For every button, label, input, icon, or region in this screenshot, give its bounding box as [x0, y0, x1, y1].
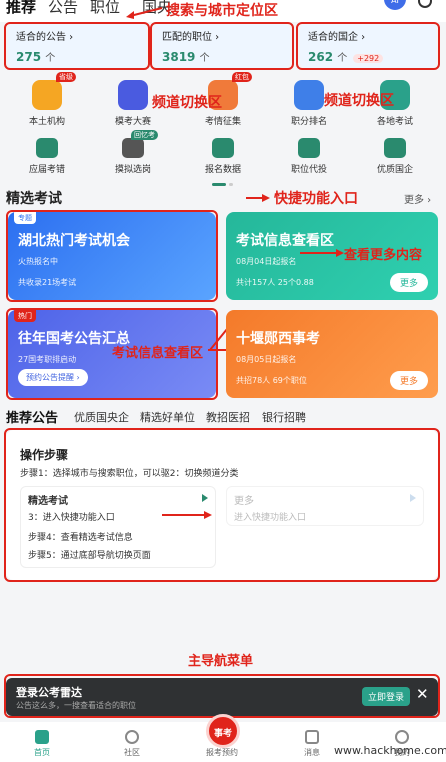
- featured-card-shiyan[interactable]: 十堰郧西事考 08月05日起报名 共招78人 69个职位 更多: [226, 310, 438, 398]
- nav-label: 消息: [304, 748, 320, 757]
- enterprise-icon: [384, 138, 406, 158]
- delegate-icon: [298, 138, 320, 158]
- annot-arrow-icon: [126, 7, 163, 19]
- channel-tag: 回忆考: [131, 130, 158, 140]
- exam-fab-button[interactable]: 事考: [206, 714, 240, 748]
- channel-label: 优质国企: [376, 165, 413, 175]
- channel-tag: 省级: [56, 72, 76, 82]
- channel-label: 职分排名: [290, 117, 327, 127]
- nav-messages[interactable]: 消息: [282, 730, 342, 758]
- tab-bank-jobs[interactable]: 银行招聘: [262, 409, 306, 425]
- tab-recommend[interactable]: 推荐: [6, 0, 36, 17]
- tab-position[interactable]: 职位: [90, 0, 120, 17]
- card-subtitle: 08月05日起报名: [236, 355, 297, 364]
- nav-home[interactable]: 首页: [12, 730, 72, 758]
- page-indicator: [229, 183, 233, 186]
- compass-icon: [125, 730, 139, 744]
- card-footer: 共招78人 69个职位: [236, 376, 307, 385]
- card-footer: 共计157人 25个0.88: [236, 278, 314, 287]
- nav-label: 社区: [124, 748, 140, 757]
- channel-label: 本土机构: [28, 117, 65, 127]
- annot-box-login: [4, 674, 440, 718]
- channel-graduate-exam[interactable]: 应届考错: [12, 138, 82, 175]
- card-title: 十堰郧西事考: [236, 331, 320, 347]
- channel-label: 模考大赛: [114, 117, 151, 127]
- nav-community[interactable]: 社区: [102, 730, 162, 758]
- section-title-featured: 精选考试: [6, 191, 62, 207]
- tab-quality-soe[interactable]: 优质国央企: [74, 409, 129, 425]
- home-icon: [35, 730, 49, 744]
- tab-good-units[interactable]: 精选好单位: [140, 409, 195, 425]
- ranking-icon: [294, 80, 324, 110]
- card-more-button[interactable]: 更多: [389, 371, 428, 390]
- annot-quick-entry: 快捷功能入口: [274, 191, 358, 207]
- annot-view-more: 查看更多内容: [344, 248, 423, 263]
- annot-exam-info: 考试信息查看区: [112, 346, 204, 361]
- channel-delegate[interactable]: 职位代投: [274, 138, 344, 175]
- annot-box-card1: [6, 210, 218, 302]
- channel-signup-data[interactable]: 报名数据: [188, 138, 258, 175]
- tab-teacher-medical[interactable]: 教招医招: [206, 409, 250, 425]
- annot-search-city: 搜索与城市定位区: [166, 3, 278, 19]
- annot-main-nav: 主导航菜单: [188, 654, 254, 669]
- annot-box-stat3: [296, 22, 440, 70]
- featured-more-link[interactable]: 更多 ›: [404, 191, 431, 206]
- channel-local-institution[interactable]: 省级 本土机构: [12, 72, 82, 127]
- channel-label: 职位代投: [290, 165, 327, 175]
- page-indicator-active: [212, 183, 226, 186]
- search-icon[interactable]: [418, 0, 432, 8]
- select-icon: 回忆考: [122, 130, 158, 158]
- message-icon: [305, 730, 319, 744]
- card-more-button[interactable]: 更多: [389, 273, 428, 292]
- channel-mock-select[interactable]: 回忆考 摸拟选岗: [98, 130, 168, 175]
- graduate-icon: [36, 138, 58, 158]
- annot-box-stat1: [4, 22, 150, 70]
- channel-label: 考情征集: [204, 117, 241, 127]
- trophy-icon: [118, 80, 148, 110]
- tab-recommend-notices[interactable]: 推荐公告: [6, 407, 58, 426]
- annot-box-stat2: [150, 22, 294, 70]
- channel-label: 摸拟选岗: [114, 165, 151, 175]
- tab-notice[interactable]: 公告: [48, 0, 78, 17]
- annot-box-steps: [4, 428, 440, 582]
- annot-channel-switch-1: 频道切换区: [152, 95, 222, 111]
- ai-avatar-icon[interactable]: AI: [384, 0, 406, 10]
- channel-quality-soe[interactable]: 优质国企: [360, 138, 430, 175]
- annot-arrow-icon: [246, 194, 270, 202]
- annot-arrow-icon: [300, 249, 344, 257]
- channel-label: 应届考错: [28, 165, 65, 175]
- nav-label: 首页: [34, 748, 50, 757]
- channel-label: 各地考试: [376, 117, 413, 127]
- annot-channel-switch-2: 频道切换区: [324, 93, 394, 109]
- channel-tag: 红包: [232, 72, 252, 82]
- institution-icon: 省级: [32, 72, 76, 110]
- data-icon: [212, 138, 234, 158]
- watermark-text: www.hackhome.com: [334, 744, 446, 757]
- channel-label: 报名数据: [204, 165, 241, 175]
- profile-icon: [395, 730, 409, 744]
